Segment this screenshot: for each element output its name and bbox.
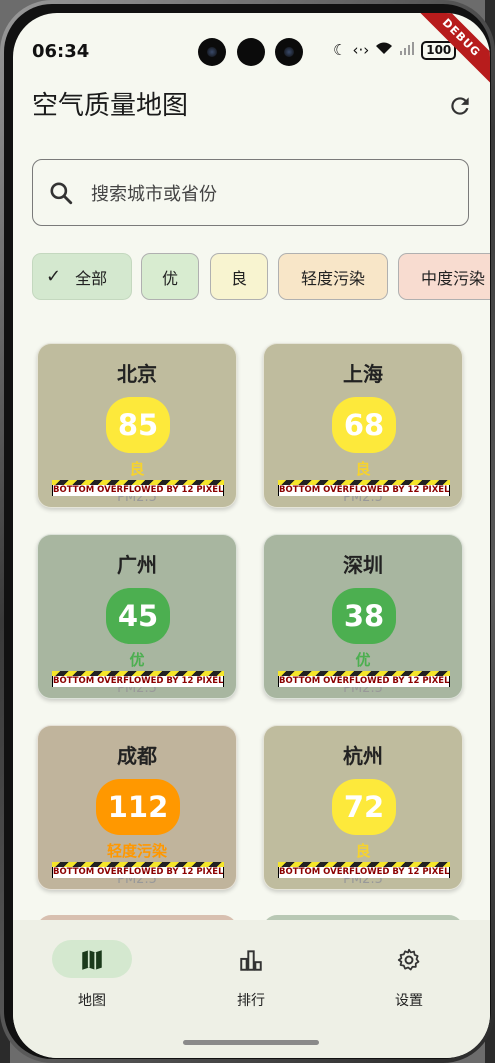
city-card-shenzhen[interactable]: 深圳 38 优 PM2.5 BOTTOM OVERFLOWED BY 12 PI…	[263, 534, 463, 699]
nav-label: 设置	[395, 993, 423, 1009]
filter-chip-moderate-pollution[interactable]: 中度污染	[398, 253, 490, 300]
aqi-badge: 68	[332, 397, 396, 453]
bar-chart-icon	[240, 950, 262, 971]
map-icon	[82, 950, 102, 970]
city-card-chengdu[interactable]: 成都 112 轻度污染 PM2.5 BOTTOM OVERFLOWED BY 1…	[37, 725, 237, 890]
front-camera	[198, 38, 226, 66]
nav-label: 地图	[78, 993, 106, 1009]
overflow-warning: BOTTOM OVERFLOWED BY 12 PIXELS	[52, 671, 224, 687]
filter-chip-good[interactable]: 良	[210, 253, 268, 300]
gear-icon	[397, 948, 420, 971]
bottom-navigation: 地图 排行 设置	[13, 920, 490, 1058]
nav-item-ranking[interactable]: 排行	[196, 940, 306, 1010]
aqi-badge: 45	[106, 588, 170, 644]
city-name: 北京	[117, 362, 157, 386]
overflow-warning-text: BOTTOM OVERFLOWED BY 12 PIXELS	[52, 867, 224, 878]
filter-chip-label: 轻度污染	[300, 268, 365, 288]
city-name: 成都	[117, 744, 157, 768]
city-name: 上海	[343, 362, 383, 386]
aqi-badge: 112	[96, 779, 180, 835]
filter-chip-excellent[interactable]: 优	[141, 253, 199, 300]
phone-bezel: 06:34 ☾ ‹·› 100 DEBUG 空气质量地图 搜索城市或省份 ✓ 全…	[4, 4, 491, 1059]
city-card-beijing[interactable]: 北京 85 良 PM2.5 BOTTOM OVERFLOWED BY 12 PI…	[37, 343, 237, 508]
data-transfer-icon: ‹·›	[352, 41, 370, 59]
city-card-shanghai[interactable]: 上海 68 良 PM2.5 BOTTOM OVERFLOWED BY 12 PI…	[263, 343, 463, 508]
overflow-warning: BOTTOM OVERFLOWED BY 12 PIXELS	[52, 862, 224, 878]
aqi-badge: 72	[332, 779, 396, 835]
page-title: 空气质量地图	[32, 91, 189, 121]
search-icon	[50, 182, 73, 205]
overflow-warning: BOTTOM OVERFLOWED BY 12 PIXELS	[278, 862, 450, 878]
wifi-icon	[375, 41, 393, 59]
aqi-level: 良	[129, 460, 145, 478]
aqi-level: 优	[129, 651, 145, 669]
status-icons: ☾ ‹·› 100	[333, 39, 457, 61]
city-card-guangzhou[interactable]: 广州 45 优 PM2.5 BOTTOM OVERFLOWED BY 12 PI…	[37, 534, 237, 699]
aqi-level: 良	[355, 460, 371, 478]
overflow-warning-text: BOTTOM OVERFLOWED BY 12 PIXELS	[52, 485, 224, 496]
filter-chip-all[interactable]: ✓ 全部	[32, 253, 132, 300]
check-icon: ✓	[46, 266, 62, 287]
city-name: 深圳	[343, 553, 383, 577]
filter-chip-label: 优	[161, 268, 178, 288]
aqi-level: 优	[355, 651, 371, 669]
refresh-icon[interactable]	[447, 93, 473, 119]
search-placeholder: 搜索城市或省份	[91, 184, 217, 205]
aqi-badge: 85	[106, 397, 170, 453]
search-input[interactable]: 搜索城市或省份	[32, 159, 469, 226]
aqi-level: 良	[355, 842, 371, 860]
filter-chip-label: 中度污染	[421, 268, 486, 288]
status-bar: 06:34 ☾ ‹·› 100 DEBUG	[13, 13, 490, 92]
overflow-warning-text: BOTTOM OVERFLOWED BY 12 PIXELS	[52, 676, 224, 687]
aqi-badge: 38	[332, 588, 396, 644]
sensor	[237, 38, 265, 66]
aqi-level: 轻度污染	[106, 842, 167, 860]
overflow-warning-text: BOTTOM OVERFLOWED BY 12 PIXELS	[278, 676, 450, 687]
nav-item-settings[interactable]: 设置	[354, 940, 464, 1010]
front-camera-secondary	[275, 38, 303, 66]
city-name: 杭州	[343, 744, 383, 768]
status-time: 06:34	[32, 41, 90, 62]
filter-chip-label: 良	[230, 268, 247, 288]
overflow-warning-text: BOTTOM OVERFLOWED BY 12 PIXELS	[278, 867, 450, 878]
overflow-warning: BOTTOM OVERFLOWED BY 12 PIXELS	[52, 480, 224, 496]
signal-icon	[399, 41, 415, 59]
city-name: 广州	[117, 553, 157, 577]
dnd-moon-icon: ☾	[333, 41, 347, 59]
phone-frame: 06:34 ☾ ‹·› 100 DEBUG 空气质量地图 搜索城市或省份 ✓ 全…	[0, 0, 495, 1063]
overflow-warning-text: BOTTOM OVERFLOWED BY 12 PIXELS	[278, 485, 450, 496]
phone-screen: 06:34 ☾ ‹·› 100 DEBUG 空气质量地图 搜索城市或省份 ✓ 全…	[13, 13, 490, 1058]
nav-label: 排行	[237, 993, 265, 1009]
city-card-hangzhou[interactable]: 杭州 72 良 PM2.5 BOTTOM OVERFLOWED BY 12 PI…	[263, 725, 463, 890]
overflow-warning: BOTTOM OVERFLOWED BY 12 PIXELS	[278, 480, 450, 496]
filter-chip-light-pollution[interactable]: 轻度污染	[278, 253, 388, 300]
home-indicator[interactable]	[183, 1040, 319, 1045]
overflow-warning: BOTTOM OVERFLOWED BY 12 PIXELS	[278, 671, 450, 687]
nav-item-map[interactable]: 地图	[37, 940, 147, 1010]
filter-chip-label: 全部	[75, 268, 108, 288]
